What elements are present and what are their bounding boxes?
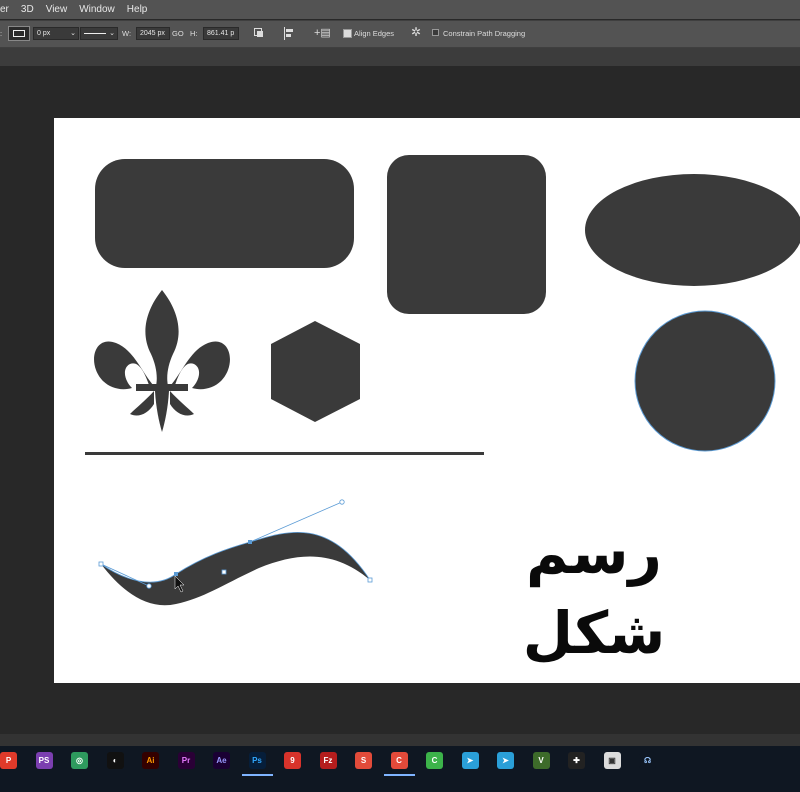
constrain-path-checkbox[interactable] (432, 29, 439, 36)
selected-anchor-point-2[interactable] (248, 540, 252, 544)
photoshop-icon[interactable]: Ps (248, 752, 266, 769)
link-dimensions-icon[interactable]: GO (172, 29, 184, 38)
document-canvas[interactable]: رسم شکل (54, 118, 800, 683)
selected-anchor-point[interactable] (174, 572, 178, 576)
headset-app-icon[interactable]: ☊ (639, 752, 656, 769)
menu-bar: er 3D View Window Help (0, 0, 800, 19)
align-bar-line (284, 27, 285, 40)
compass-icon[interactable]: ◐ (106, 752, 124, 769)
rounded-square-shape[interactable] (387, 155, 546, 314)
camtasia-green-icon[interactable]: C (426, 752, 443, 769)
p-app-icon[interactable]: P (0, 752, 17, 769)
align-bar-b (286, 34, 291, 37)
path-operations-icon[interactable] (254, 28, 265, 39)
filezilla-icon[interactable]: Fz (319, 752, 337, 769)
after-effects-icon[interactable]: Ae (213, 752, 230, 769)
gear-icon[interactable]: ✲ (411, 25, 421, 39)
line-shape[interactable] (85, 452, 484, 455)
status-strip (0, 734, 800, 746)
image-app-icon[interactable]: ▣ (603, 752, 621, 769)
path-alignment-icon[interactable] (284, 27, 295, 40)
chevron-down-icon[interactable]: ⌄ (109, 28, 115, 39)
document-tab-bar (0, 48, 800, 66)
custom-wave-shape[interactable] (101, 532, 370, 606)
fleur-de-lis-shape[interactable] (94, 290, 230, 432)
hexagon-shape[interactable] (271, 321, 360, 422)
stroke-width-field[interactable]: 0 px ⌄ (33, 27, 79, 40)
globe-app-icon[interactable]: ◎ (71, 752, 88, 769)
stroke-swatch-inner (13, 30, 25, 37)
v-app-icon[interactable]: V (532, 752, 550, 769)
width-value: 2045 px (140, 30, 165, 37)
path-op-square-b (257, 31, 263, 37)
active-app-indicator (241, 774, 273, 776)
chevron-down-icon[interactable]: ⌄ (70, 28, 76, 39)
menu-item-help[interactable]: Help (127, 4, 148, 15)
telegram-2-icon[interactable]: ➤ (497, 752, 514, 769)
width-label: W: (122, 29, 132, 38)
height-label: H: (190, 29, 198, 38)
align-bar-a (286, 29, 293, 32)
align-edges-checkbox[interactable] (343, 29, 352, 38)
cross-app-icon[interactable]: ✚ (568, 752, 585, 769)
active-app-indicator (383, 774, 415, 776)
windows-taskbar: P PS ◎ ◐ Ai Pr Ae Ps 9 Fz S C C ➤ ➤ V ✚ ▣ ☊ (0, 746, 800, 792)
illustrator-icon[interactable]: Ai (142, 752, 159, 769)
width-field[interactable]: 2045 px (136, 27, 170, 40)
s-app-icon[interactable]: S (355, 752, 372, 769)
stroke-width-value: 0 px (37, 30, 51, 37)
camtasia-red-icon[interactable]: C (390, 752, 408, 769)
stroke-type-dropdown[interactable]: ⌄ (80, 27, 118, 40)
ellipse-shape[interactable] (585, 174, 800, 286)
menu-item-window[interactable]: Window (79, 4, 115, 15)
align-edges-label: Align Edges (354, 29, 395, 38)
stroke-color-swatch[interactable] (8, 26, 30, 41)
constrain-path-label: Constrain Path Dragging (443, 29, 526, 38)
rounded-rectangle-shape[interactable] (95, 159, 354, 268)
menu-item-layer[interactable]: er (0, 4, 9, 15)
phpstorm-icon[interactable]: PS (35, 752, 53, 769)
height-field[interactable]: 861.41 p (203, 27, 239, 40)
persian-text-shape[interactable]: رسم شکل (464, 513, 724, 673)
stroke-label-fragment: : (0, 29, 3, 38)
options-bar: : 0 px ⌄ ⌄ W: 2045 px GO H: 861.41 p +▤ … (0, 20, 800, 48)
path-arrangement-icon[interactable]: +▤ (314, 26, 331, 39)
height-value: 861.41 p (207, 30, 235, 37)
circle-shape[interactable] (634, 310, 776, 452)
menu-item-view[interactable]: View (46, 4, 68, 15)
swirl-app-icon[interactable]: 9 (284, 752, 301, 769)
menu-item-3d[interactable]: 3D (21, 4, 34, 15)
premiere-icon[interactable]: Pr (177, 752, 195, 769)
stroke-line-preview (84, 33, 106, 34)
telegram-icon[interactable]: ➤ (461, 752, 479, 769)
